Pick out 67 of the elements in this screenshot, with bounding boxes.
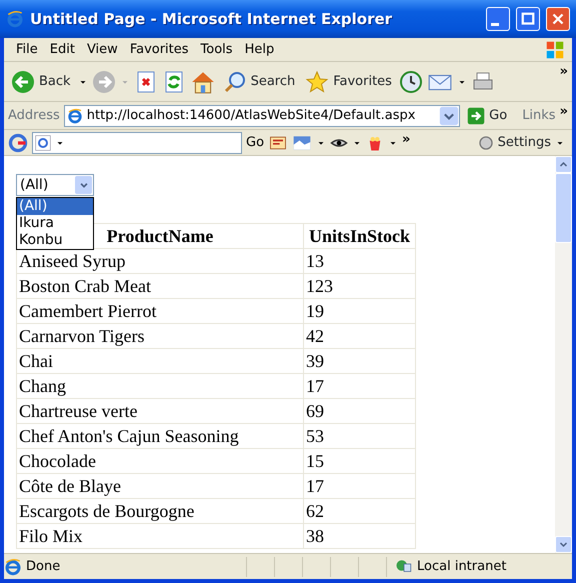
google-go-button[interactable]: Go <box>246 132 264 152</box>
more-chevron[interactable]: » <box>560 102 568 122</box>
star-icon <box>305 70 330 94</box>
search-button[interactable]: Search <box>220 68 298 96</box>
table-cell: 19 <box>304 298 416 324</box>
table-cell: Aniseed Syrup <box>16 248 304 274</box>
table-cell: 62 <box>304 498 416 524</box>
go-button[interactable]: Go <box>464 104 510 128</box>
table-cell: Chai <box>16 348 304 374</box>
google-search-field[interactable] <box>32 132 242 154</box>
ie-icon <box>6 10 24 28</box>
menu-item[interactable]: Help <box>238 40 280 60</box>
table-cell: Chef Anton's Cajun Seasoning <box>16 424 304 448</box>
table-cell: 53 <box>304 424 416 448</box>
table-cell: Chocolade <box>16 448 304 474</box>
table-cell: 17 <box>304 474 416 498</box>
table-cell: Carnarvon Tigers <box>16 324 304 348</box>
more-chevron[interactable]: » <box>402 130 410 150</box>
zone-label: Local intranet <box>417 558 506 576</box>
links-button[interactable]: Links <box>522 106 556 126</box>
column-header: UnitsInStock <box>304 224 416 248</box>
menu-item[interactable]: Edit <box>44 40 81 60</box>
favorites-button[interactable]: Favorites <box>302 68 395 96</box>
scroll-down-button[interactable] <box>555 536 572 553</box>
back-button[interactable]: Back <box>8 68 74 96</box>
table-cell: 69 <box>304 398 416 424</box>
scroll-up-button[interactable] <box>555 156 572 173</box>
table-cell: Boston Crab Meat <box>16 274 304 298</box>
more-chevron[interactable]: » <box>560 62 568 82</box>
minimize-icon <box>491 22 499 26</box>
dropdown-option[interactable]: (All) <box>17 198 93 215</box>
table-cell: Escargots de Bourgogne <box>16 498 304 524</box>
table-cell: 15 <box>304 448 416 474</box>
ie-page-icon <box>4 558 22 576</box>
history-icon[interactable] <box>398 70 423 94</box>
address-label: Address <box>8 106 60 125</box>
dropdown-select[interactable]: (All) <box>16 174 94 196</box>
table-cell: 42 <box>304 324 416 348</box>
settings-button[interactable]: Settings <box>474 130 568 154</box>
table-cell: 123 <box>304 274 416 298</box>
dropdown-option[interactable]: Ikura <box>17 215 93 232</box>
address-field[interactable]: http://localhost:14600/AtlasWebSite4/Default.aspx <box>64 104 460 126</box>
table-cell: Chang <box>16 374 304 398</box>
menu-item[interactable]: Favorites <box>124 40 195 60</box>
table-cell: Côte de Blaye <box>16 474 304 498</box>
table-cell: Camembert Pierrot <box>16 298 304 324</box>
table-cell: 17 <box>304 374 416 398</box>
google-logo-icon <box>8 132 28 152</box>
ie-page-icon <box>66 108 83 124</box>
menu-item[interactable]: Tools <box>194 40 239 60</box>
dropdown-option[interactable]: Konbu <box>17 232 93 249</box>
caret-icon <box>78 180 88 190</box>
settings-icon <box>478 134 494 150</box>
menu-item[interactable]: View <box>80 40 124 60</box>
scroll-thumb[interactable] <box>555 173 572 243</box>
status-text: Done <box>26 558 62 576</box>
table-cell: 38 <box>304 524 416 548</box>
menu-item[interactable]: File <box>10 40 44 60</box>
table-cell: Filo Mix <box>16 524 304 548</box>
close-button[interactable] <box>546 7 570 31</box>
table-cell: Chartreuse verte <box>16 398 304 424</box>
minimize-button[interactable] <box>486 7 510 31</box>
table-cell: 13 <box>304 248 416 274</box>
maximize-button[interactable] <box>516 7 540 31</box>
table-cell: 39 <box>304 348 416 374</box>
window-title: Untitled Page - Microsoft Internet Explorer <box>30 8 394 30</box>
search-icon <box>222 70 247 94</box>
